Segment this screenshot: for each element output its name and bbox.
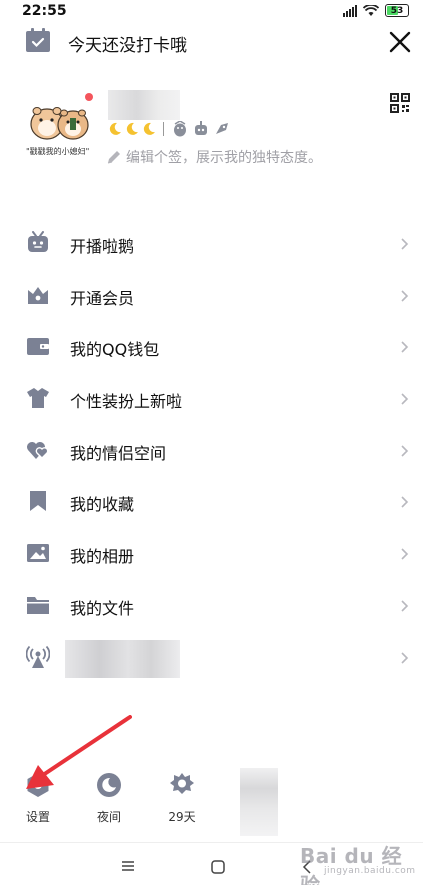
top-bar: 今天还没打卡哦	[0, 26, 423, 56]
checkin-days-label: 29天	[168, 810, 196, 824]
menu-item-label-blurred	[65, 639, 180, 678]
chevron-right-icon	[401, 496, 409, 509]
signal-icon	[343, 4, 357, 17]
antenna-icon	[26, 645, 50, 668]
battery-level: 53	[390, 5, 404, 16]
chevron-right-icon	[401, 445, 409, 457]
night-label: 夜间	[96, 810, 121, 824]
menu-nav-icon[interactable]	[121, 860, 135, 872]
battery-icon: 53	[385, 4, 409, 17]
menu-item-label: 开播啦鹅	[70, 237, 135, 256]
menu-item-label: 我的相册	[70, 547, 135, 567]
menu-item-label: 个性装扮上新啦	[70, 392, 183, 412]
menu-item-hidden[interactable]	[0, 632, 423, 684]
nickname-blurred[interactable]	[108, 90, 180, 120]
chevron-right-icon	[401, 341, 409, 353]
shirt-icon	[27, 388, 49, 409]
watermark-sub: jingyan.baidu.com	[324, 866, 416, 876]
menu-item-couple-space[interactable]: 我的情侣空间	[0, 425, 423, 477]
hearts-icon	[27, 441, 49, 459]
wifi-icon	[363, 4, 379, 16]
chevron-right-icon	[401, 238, 409, 250]
robot-badge-icon	[195, 121, 207, 135]
menu-item-label: 我的文件	[70, 598, 135, 618]
profile-section: "戳戳我的小媳妇" 编辑个签，展示我的独特态度。	[0, 80, 423, 180]
chevron-right-icon	[401, 290, 409, 302]
rocket-badge-icon	[216, 123, 228, 134]
menu-item-theme[interactable]: 个性装扮上新啦	[0, 373, 423, 425]
signature-text: 编辑个签，展示我的独特态度。	[126, 150, 322, 166]
status-icons: 53	[343, 4, 409, 17]
moon-badge-icon	[109, 122, 121, 135]
menu-item-favorites[interactable]: 我的收藏	[0, 476, 423, 528]
checkin-days-button[interactable]: 29天	[152, 772, 212, 825]
side-menu: 开播啦鹅 开通会员 我的QQ钱包 个性装扮上新啦 我的情侣空间 我的收藏 我的相…	[0, 218, 423, 683]
settings-label: 设置	[25, 810, 50, 824]
calendar-icon[interactable]	[25, 28, 51, 54]
chevron-right-icon	[401, 548, 409, 560]
watermark-brand: Bai du 经验	[300, 844, 403, 885]
settings-icon	[27, 773, 49, 797]
menu-item-label: 我的情侣空间	[70, 443, 167, 463]
sun-badge-icon	[170, 773, 194, 794]
signature-row[interactable]: 编辑个签，展示我的独特态度。	[106, 147, 322, 167]
status-bar: 22:55 53	[0, 0, 423, 24]
checkin-text[interactable]: 今天还没打卡哦	[68, 31, 187, 56]
baidu-watermark: Bai du 经验 jingyan.baidu.com	[300, 840, 422, 885]
pencil-icon	[107, 151, 120, 164]
night-mode-button[interactable]: 夜间	[79, 772, 139, 825]
status-time: 22:55	[22, 3, 67, 19]
wallet-icon	[27, 338, 49, 356]
menu-item-files[interactable]: 我的文件	[0, 580, 423, 632]
bottom-tools: 设置 夜间 29天	[0, 768, 423, 836]
avatar-caption: "戳戳我的小媳妇"	[26, 147, 90, 156]
tv-icon	[28, 231, 48, 252]
penguin-badge-icon	[174, 121, 186, 137]
crown-icon	[28, 286, 48, 304]
settings-button[interactable]: 设置	[8, 772, 68, 825]
menu-item-live[interactable]: 开播啦鹅	[0, 218, 423, 270]
chevron-right-icon	[401, 393, 409, 405]
folder-icon	[27, 596, 49, 614]
bookmark-icon	[30, 491, 46, 512]
badge-divider	[163, 122, 164, 136]
notification-dot	[85, 93, 93, 101]
moon-badge-icon	[143, 122, 155, 135]
menu-item-wallet[interactable]: 我的QQ钱包	[0, 321, 423, 373]
blurred-tool[interactable]	[240, 768, 278, 836]
home-nav-icon[interactable]	[211, 860, 225, 874]
qr-code-icon[interactable]	[390, 93, 410, 113]
level-badges[interactable]	[108, 121, 231, 137]
close-icon[interactable]	[388, 30, 412, 54]
photo-icon	[27, 544, 49, 563]
menu-item-album[interactable]: 我的相册	[0, 528, 423, 580]
chevron-right-icon	[401, 651, 409, 664]
menu-item-label: 我的QQ钱包	[70, 340, 160, 360]
menu-item-vip[interactable]: 开通会员	[0, 270, 423, 322]
hamster-avatar-icon	[30, 107, 89, 140]
night-mode-icon	[97, 773, 121, 797]
menu-item-label: 我的收藏	[70, 495, 135, 515]
moon-badge-icon	[126, 122, 138, 135]
menu-item-label: 开通会员	[70, 288, 135, 308]
chevron-right-icon	[401, 600, 409, 612]
